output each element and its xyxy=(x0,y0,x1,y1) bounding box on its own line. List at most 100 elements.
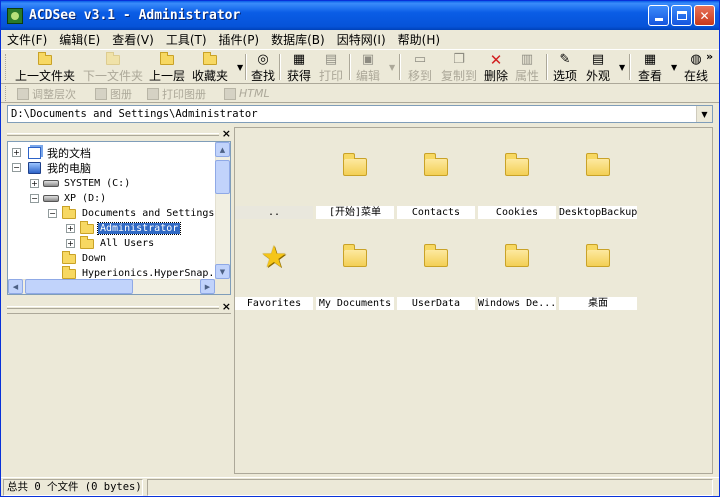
album-label: 图册 xyxy=(110,87,132,101)
file-item-contacts[interactable]: Contacts xyxy=(397,130,475,220)
tree-vertical-scrollbar[interactable]: ▲ ▼ xyxy=(215,142,230,279)
tree-horizontal-scrollbar[interactable]: ◀ ▶ xyxy=(8,279,215,294)
menu-file[interactable]: 文件(F) xyxy=(7,31,47,48)
file-item-windows-desktop[interactable]: Windows De... xyxy=(478,221,556,311)
title-bar[interactable]: ACDSee v3.1 - Administrator ✕ xyxy=(1,1,719,30)
minimize-button[interactable] xyxy=(648,5,669,26)
tree-collapse-icon[interactable]: − xyxy=(12,163,21,172)
file-item-start-menu[interactable]: [开始]菜单 xyxy=(316,130,394,220)
maximize-button[interactable] xyxy=(671,5,692,26)
scroll-up-button[interactable]: ▲ xyxy=(215,142,230,157)
file-item-parent[interactable]: .. xyxy=(235,130,313,220)
acquire-button[interactable]: ▦ 获得 xyxy=(287,51,311,83)
tree-item-drive-d[interactable]: − XP (D:) xyxy=(30,191,108,206)
view-dropdown-arrow[interactable]: ▼ xyxy=(671,63,677,72)
album-icon xyxy=(95,87,107,100)
html-button[interactable]: HTML xyxy=(224,86,270,101)
adjust-levels-button[interactable]: 调整层次 xyxy=(17,86,76,101)
file-item-my-documents[interactable]: My Documents xyxy=(316,221,394,311)
file-item-favorites[interactable]: ★ Favorites xyxy=(235,221,313,311)
options-button[interactable]: ✎ 选项 xyxy=(553,51,577,83)
menu-view[interactable]: 查看(V) xyxy=(112,31,154,48)
favorites-button[interactable]: 收藏夹 xyxy=(192,51,228,83)
folder-pane-close-icon[interactable]: × xyxy=(222,127,231,140)
move-to-label: 移到 xyxy=(408,69,433,83)
tree-item-drive-c[interactable]: + SYSTEM (C:) xyxy=(30,176,132,191)
address-path[interactable]: D:\Documents and Settings\Administrator xyxy=(8,108,696,120)
tools-icon: ✎ xyxy=(559,52,571,67)
tree-expand-icon[interactable]: + xyxy=(30,179,39,188)
online-icon: ◍ xyxy=(690,52,702,67)
properties-button[interactable]: ▥ 属性 xyxy=(515,51,539,83)
edit-button[interactable]: ▣ 编辑 xyxy=(356,51,380,83)
acdsee-app-icon[interactable] xyxy=(7,7,23,24)
tree-expand-icon[interactable]: + xyxy=(66,224,75,233)
toolbar-grip[interactable] xyxy=(5,54,8,80)
vertical-scroll-thumb[interactable] xyxy=(215,160,230,194)
horizontal-scroll-thumb[interactable] xyxy=(25,279,133,294)
file-item-userdata[interactable]: UserData xyxy=(397,221,475,311)
tree-item-administrator[interactable]: + Administrator xyxy=(66,220,182,236)
edit-dropdown-arrow[interactable]: ▼ xyxy=(389,63,395,72)
appearance-label: 外观 xyxy=(586,69,611,83)
toolbar-grip[interactable] xyxy=(5,86,8,101)
print-button[interactable]: ▤ 打印 xyxy=(319,51,343,83)
scroll-down-button[interactable]: ▼ xyxy=(215,264,230,279)
menu-tools[interactable]: 工具(T) xyxy=(166,31,207,48)
status-summary: 总共 0 个文件 (0 bytes) xyxy=(3,479,143,496)
find-button[interactable]: ◎ 查找 xyxy=(251,51,275,83)
appearance-dropdown-arrow[interactable]: ▼ xyxy=(619,63,625,72)
secondary-toolbar: 调整层次 图册 打印图册 HTML xyxy=(1,84,719,103)
online-button[interactable]: ◍ 在线 xyxy=(684,51,708,83)
html-label: HTML xyxy=(239,87,270,100)
next-folder-button[interactable]: 下一文件夹 xyxy=(83,51,143,83)
menu-edit[interactable]: 编辑(E) xyxy=(59,31,100,48)
favorites-label: 收藏夹 xyxy=(192,69,229,83)
folder-icon xyxy=(61,250,77,265)
tree-expand-icon[interactable]: + xyxy=(12,148,21,157)
appearance-button[interactable]: ▤ 外观 xyxy=(586,51,610,83)
pane-grip[interactable] xyxy=(7,133,219,136)
file-item-desktop[interactable]: 桌面 xyxy=(559,221,637,311)
scroll-right-button[interactable]: ▶ xyxy=(200,279,215,294)
toolbar-overflow-chevron[interactable]: » xyxy=(706,50,713,63)
delete-x-icon: ✕ xyxy=(489,51,503,69)
menu-internet[interactable]: 因特网(I) xyxy=(337,31,386,48)
next-folder-label: 下一文件夹 xyxy=(83,69,144,83)
tree-expand-icon[interactable]: + xyxy=(66,239,75,248)
close-button[interactable]: ✕ xyxy=(694,5,715,26)
favorites-dropdown-arrow[interactable]: ▼ xyxy=(237,63,243,72)
hard-drive-icon xyxy=(43,192,59,205)
album-button[interactable]: 图册 xyxy=(95,86,132,101)
view-button[interactable]: ▦ 查看 xyxy=(638,51,662,83)
menu-help[interactable]: 帮助(H) xyxy=(398,31,440,48)
tree-item-all-users[interactable]: + All Users xyxy=(66,235,156,251)
toolbar-separator xyxy=(629,54,631,80)
file-item-desktopbackup[interactable]: DesktopBackup xyxy=(559,130,637,220)
address-dropdown-button[interactable]: ▼ xyxy=(696,106,712,122)
tree-item-down[interactable]: Down xyxy=(61,250,108,266)
tree-collapse-icon[interactable]: − xyxy=(30,194,39,203)
tree-collapse-icon[interactable]: − xyxy=(48,209,57,218)
folder-icon xyxy=(397,130,475,204)
toolbar-separator xyxy=(349,54,351,80)
move-to-button[interactable]: ▭ 移到 xyxy=(408,51,432,83)
pane-grip[interactable] xyxy=(7,306,219,309)
folder-icon xyxy=(79,235,95,250)
tree-item-my-documents[interactable]: + 我的文档 xyxy=(12,145,93,160)
up-level-button[interactable]: 上一层 xyxy=(149,51,185,83)
file-name: Contacts xyxy=(397,206,475,219)
copy-to-button[interactable]: ❐ 复制到 xyxy=(441,51,477,83)
address-bar[interactable]: D:\Documents and Settings\Administrator … xyxy=(7,105,713,123)
preview-pane-close-icon[interactable]: × xyxy=(222,300,231,313)
tree-item-my-computer[interactable]: − 我的电脑 xyxy=(12,160,93,175)
hard-drive-icon xyxy=(43,177,59,190)
delete-button[interactable]: ✕ 删除 xyxy=(484,51,508,83)
menu-database[interactable]: 数据库(B) xyxy=(271,31,325,48)
tree-item-documents-and-settings[interactable]: − Documents and Settings xyxy=(48,205,216,221)
menu-plugins[interactable]: 插件(P) xyxy=(219,31,260,48)
scroll-left-button[interactable]: ◀ xyxy=(8,279,23,294)
file-item-cookies[interactable]: Cookies xyxy=(478,130,556,220)
print-album-button[interactable]: 打印图册 xyxy=(147,86,206,101)
up-folder-button[interactable]: 上一文件夹 xyxy=(15,51,75,83)
